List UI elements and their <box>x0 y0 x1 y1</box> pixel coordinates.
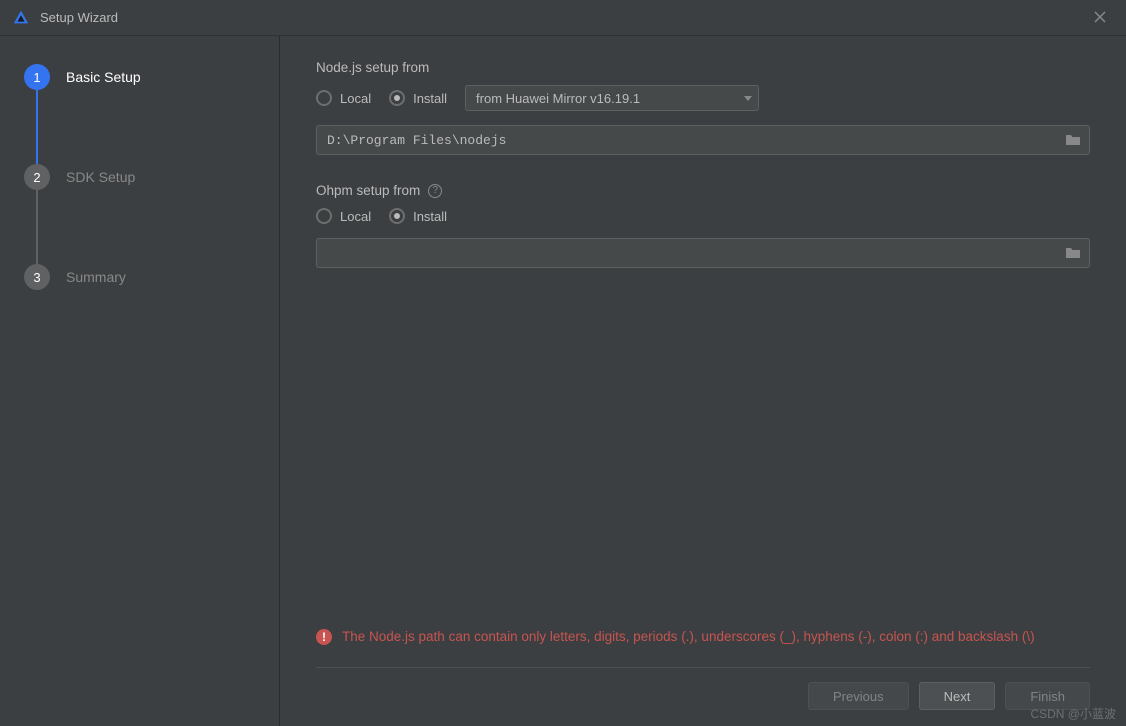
ohpm-radio-row: Local Install <box>316 208 1090 224</box>
step-number: 3 <box>24 264 50 290</box>
ohpm-path-input[interactable] <box>317 246 1057 261</box>
radio-icon <box>316 208 332 224</box>
wizard-sidebar: 1 Basic Setup 2 SDK Setup 3 Summary <box>0 36 280 726</box>
browse-button[interactable] <box>1057 246 1089 260</box>
close-icon <box>1094 11 1106 23</box>
browse-button[interactable] <box>1057 133 1089 147</box>
error-text: The Node.js path can contain only letter… <box>342 627 1035 647</box>
wizard-footer: Previous Next Finish <box>316 667 1090 710</box>
window-title: Setup Wizard <box>40 10 1086 25</box>
radio-icon <box>389 208 405 224</box>
close-button[interactable] <box>1086 6 1114 30</box>
nodejs-section-label: Node.js setup from <box>316 60 1090 75</box>
watermark: CSDN @小蓝波 <box>1030 705 1116 722</box>
error-message-row: ! The Node.js path can contain only lett… <box>316 627 1090 647</box>
help-icon[interactable]: ? <box>428 184 442 198</box>
step-label: Summary <box>66 269 126 285</box>
nodejs-radio-local[interactable]: Local <box>316 90 371 106</box>
chevron-down-icon <box>744 96 752 101</box>
previous-button[interactable]: Previous <box>808 682 909 710</box>
step-summary[interactable]: 3 Summary <box>24 264 255 290</box>
app-logo-icon <box>12 9 30 27</box>
folder-icon <box>1065 246 1081 260</box>
step-number: 1 <box>24 64 50 90</box>
folder-icon <box>1065 133 1081 147</box>
step-connector <box>36 190 38 264</box>
titlebar: Setup Wizard <box>0 0 1126 36</box>
nodejs-path-row <box>316 125 1090 155</box>
error-icon: ! <box>316 629 332 645</box>
radio-icon <box>316 90 332 106</box>
next-button[interactable]: Next <box>919 682 996 710</box>
step-basic-setup[interactable]: 1 Basic Setup <box>24 64 255 90</box>
step-connector <box>36 90 38 164</box>
nodejs-radio-install[interactable]: Install <box>389 90 447 106</box>
step-label: Basic Setup <box>66 69 141 85</box>
step-sdk-setup[interactable]: 2 SDK Setup <box>24 164 255 190</box>
ohpm-radio-install[interactable]: Install <box>389 208 447 224</box>
nodejs-version-dropdown[interactable]: from Huawei Mirror v16.19.1 <box>465 85 759 111</box>
radio-icon <box>389 90 405 106</box>
nodejs-path-input[interactable] <box>317 133 1057 148</box>
dropdown-value: from Huawei Mirror v16.19.1 <box>476 91 640 106</box>
ohpm-radio-local[interactable]: Local <box>316 208 371 224</box>
step-number: 2 <box>24 164 50 190</box>
ohpm-section-label: Ohpm setup from ? <box>316 183 1090 198</box>
ohpm-path-row <box>316 238 1090 268</box>
nodejs-radio-row: Local Install from Huawei Mirror v16.19.… <box>316 85 1090 111</box>
step-label: SDK Setup <box>66 169 135 185</box>
